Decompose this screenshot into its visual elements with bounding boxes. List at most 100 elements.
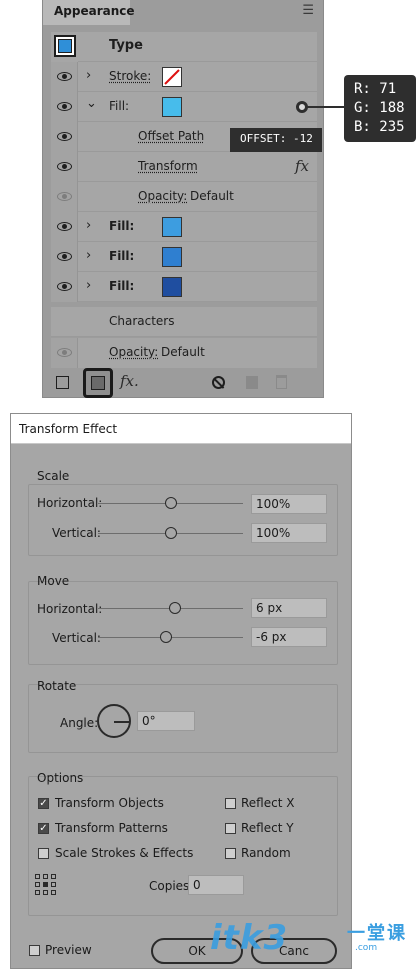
scale-strokes-checkbox[interactable] — [38, 848, 49, 859]
move-horizontal-slider[interactable] — [98, 602, 243, 614]
fill-row-expanded[interactable]: ⌄ Fill: — [51, 92, 317, 122]
opacity-value: Default — [161, 345, 205, 359]
transform-patterns-label[interactable]: Transform Patterns — [55, 821, 168, 835]
fill-label[interactable]: Fill: — [109, 99, 129, 113]
move-vertical-field[interactable]: -6 px — [251, 627, 327, 647]
chevron-right-icon[interactable]: › — [86, 218, 91, 233]
move-horizontal-label: Horizontal: — [37, 602, 103, 616]
rgb-r: R: 71 — [354, 81, 397, 97]
scale-horizontal-slider[interactable] — [98, 497, 243, 509]
slider-knob[interactable] — [164, 527, 177, 539]
move-title: Move — [37, 574, 70, 588]
move-horizontal-field[interactable]: 6 px — [251, 598, 327, 618]
characters-label[interactable]: Characters — [109, 314, 175, 328]
characters-row[interactable]: Characters — [51, 307, 317, 337]
chevron-right-icon[interactable]: › — [86, 248, 91, 263]
eye-icon — [57, 348, 72, 357]
visibility-toggle[interactable] — [51, 338, 78, 368]
type-row[interactable]: Type — [51, 32, 317, 62]
rgb-callout: R: 71 G: 188 B: 235 — [344, 75, 416, 142]
copies-field[interactable]: 0 — [188, 875, 244, 895]
tab-appearance[interactable]: Appearance — [43, 0, 135, 25]
add-new-fill-button[interactable] — [83, 368, 113, 398]
fill-label[interactable]: Fill: — [109, 249, 134, 263]
preview-checkbox[interactable] — [29, 945, 40, 956]
scale-strokes-label[interactable]: Scale Strokes & Effects — [55, 846, 193, 860]
preview-label[interactable]: Preview — [45, 943, 92, 957]
reference-point-icon[interactable] — [35, 874, 57, 896]
scale-title: Scale — [37, 469, 70, 483]
panel-menu-icon[interactable]: ☰ — [302, 3, 314, 18]
stroke-row[interactable]: › Stroke: — [51, 62, 317, 92]
fill-square-icon — [91, 376, 105, 390]
fill-row[interactable]: › Fill: — [51, 242, 317, 272]
scale-vertical-slider[interactable] — [98, 527, 243, 539]
callout-pointer-line — [304, 106, 344, 108]
chevron-right-icon[interactable]: › — [86, 278, 91, 293]
visibility-toggle[interactable] — [51, 182, 78, 212]
move-vertical-slider[interactable] — [98, 631, 243, 643]
reflect-x-label[interactable]: Reflect X — [241, 796, 294, 810]
transform-objects-checkbox[interactable]: ✓ — [38, 798, 49, 809]
dialog-title: Transform Effect — [11, 414, 351, 444]
visibility-toggle[interactable] — [51, 92, 78, 122]
fill-label[interactable]: Fill: — [109, 279, 134, 293]
add-effect-icon[interactable]: fx. — [120, 372, 139, 390]
eye-icon — [57, 102, 72, 111]
visibility-toggle[interactable] — [51, 212, 78, 242]
duplicate-item-icon[interactable] — [246, 376, 258, 389]
watermark-cn: 一堂课 — [347, 923, 407, 944]
offset-callout: OFFSET: -12 — [230, 128, 322, 152]
fill-row[interactable]: › Fill: — [51, 212, 317, 242]
slider-knob[interactable] — [164, 497, 177, 509]
opacity-label[interactable]: Opacity: — [138, 189, 187, 203]
type-label: Type — [109, 38, 143, 53]
slider-knob[interactable] — [168, 602, 181, 614]
reflect-y-checkbox[interactable] — [225, 823, 236, 834]
reflect-y-label[interactable]: Reflect Y — [241, 821, 294, 835]
eye-icon — [57, 72, 72, 81]
chevron-down-icon[interactable]: ⌄ — [86, 96, 97, 111]
fill-swatch[interactable] — [162, 97, 182, 117]
scale-horizontal-field[interactable]: 100% — [251, 494, 327, 514]
stroke-label[interactable]: Stroke: — [109, 69, 151, 83]
appearance-panel: Appearance ☰ Type › Stroke: ⌄ Fill: Offs… — [42, 0, 324, 398]
delete-item-icon[interactable] — [276, 375, 287, 389]
fill-swatch[interactable] — [162, 217, 182, 237]
rotate-title: Rotate — [37, 679, 77, 693]
scale-vertical-field[interactable]: 100% — [251, 523, 327, 543]
visibility-toggle[interactable] — [51, 122, 78, 152]
angle-field[interactable]: 0° — [137, 711, 195, 731]
appearance-footer: fx. — [43, 368, 325, 398]
fill-swatch[interactable] — [162, 247, 182, 267]
fill-swatch[interactable] — [162, 277, 182, 297]
reflect-x-checkbox[interactable] — [225, 798, 236, 809]
opacity-row[interactable]: Opacity: Default — [51, 182, 317, 212]
stroke-swatch[interactable] — [162, 67, 182, 87]
opacity-row[interactable]: Opacity: Default — [51, 338, 317, 368]
fill-label[interactable]: Fill: — [109, 219, 134, 233]
opacity-label[interactable]: Opacity: — [109, 345, 158, 359]
visibility-toggle[interactable] — [51, 152, 78, 182]
transform-patterns-checkbox[interactable]: ✓ — [38, 823, 49, 834]
fill-row[interactable]: › Fill: — [51, 272, 317, 302]
random-checkbox[interactable] — [225, 848, 236, 859]
transform-row[interactable]: Transform fx — [51, 152, 317, 182]
add-new-stroke-icon[interactable] — [56, 376, 69, 389]
angle-label: Angle: — [60, 716, 99, 730]
transform-link[interactable]: Transform — [138, 159, 198, 173]
copies-label: Copies — [149, 879, 190, 893]
clear-appearance-icon[interactable] — [212, 376, 225, 389]
visibility-toggle[interactable] — [51, 272, 78, 302]
visibility-toggle[interactable] — [51, 242, 78, 272]
random-label[interactable]: Random — [241, 846, 291, 860]
eye-icon — [57, 252, 72, 261]
offset-path-link[interactable]: Offset Path — [138, 129, 204, 143]
eye-cell — [51, 32, 78, 62]
scale-vertical-label: Vertical: — [52, 526, 101, 540]
angle-dial[interactable] — [97, 704, 131, 738]
fx-icon[interactable]: fx — [295, 157, 309, 175]
transform-objects-label[interactable]: Transform Objects — [55, 796, 164, 810]
chevron-right-icon[interactable]: › — [86, 68, 91, 83]
visibility-toggle[interactable] — [51, 62, 78, 92]
